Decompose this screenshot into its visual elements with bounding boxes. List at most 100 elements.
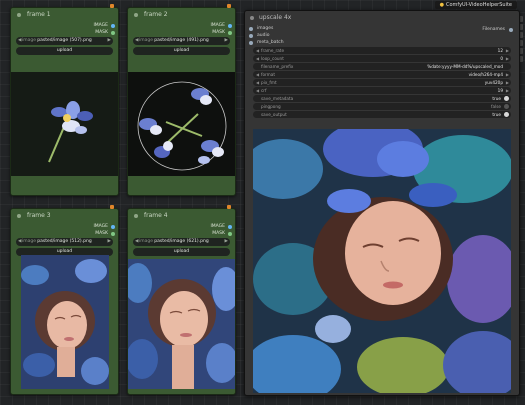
widget-value: false bbox=[491, 104, 501, 109]
output-image-label: IMAGE bbox=[210, 23, 225, 28]
image-preview bbox=[21, 255, 109, 389]
arrow-right-icon[interactable]: ▶ bbox=[506, 55, 509, 62]
widget-key: format bbox=[261, 72, 275, 77]
node-title[interactable]: frame 2 bbox=[128, 8, 235, 22]
node-title[interactable]: frame 3 bbox=[11, 209, 118, 223]
mask-port-icon[interactable] bbox=[111, 30, 115, 35]
arrow-right-icon[interactable]: ▶ bbox=[108, 37, 111, 45]
image-combo[interactable]: ◀ image pasted/image (512).png ▶ bbox=[16, 238, 113, 246]
extension-label: ComfyUI-VideoHelperSuite bbox=[445, 2, 512, 8]
meta-batch-port-icon[interactable] bbox=[249, 40, 253, 45]
node-title-label: frame 3 bbox=[27, 212, 51, 219]
arrow-right-icon[interactable]: ▶ bbox=[225, 238, 228, 246]
upload-button[interactable]: upload bbox=[133, 47, 230, 55]
video-combine-node[interactable]: upscale 4x Filenames images audio meta_b… bbox=[244, 10, 520, 396]
output-mask[interactable]: MASK bbox=[128, 230, 235, 237]
input-audio[interactable]: audio bbox=[245, 32, 519, 39]
node-title[interactable]: frame 4 bbox=[128, 209, 235, 223]
loop-count-widget[interactable]: ◀ loop_count 0 ▶ bbox=[253, 55, 511, 62]
load-image-node-frame-2[interactable]: frame 2 IMAGE MASK ◀ image pasted/image (4… bbox=[127, 4, 236, 196]
widget-key: crf bbox=[261, 88, 267, 93]
image-combo[interactable]: ◀ image pasted/image (507).png ▶ bbox=[16, 37, 113, 45]
load-image-node-frame-3[interactable]: frame 3 IMAGE MASK ◀ image pasted/image (5… bbox=[10, 205, 119, 395]
save-output-toggle[interactable]: save_output true bbox=[253, 111, 511, 118]
arrow-right-icon[interactable]: ▶ bbox=[506, 79, 509, 86]
image-port-icon[interactable] bbox=[111, 23, 115, 28]
load-image-node-frame-1[interactable]: frame 1 IMAGE MASK ◀ image pasted/image (5… bbox=[10, 4, 119, 196]
upload-button[interactable]: upload bbox=[133, 248, 230, 256]
output-mask-label: MASK bbox=[212, 30, 225, 35]
image-combo[interactable]: ◀ image pasted/image (621).png ▶ bbox=[133, 238, 230, 246]
widget-key: frame_rate bbox=[261, 48, 285, 53]
arrow-right-icon[interactable]: ▶ bbox=[506, 71, 509, 78]
audio-port-icon[interactable] bbox=[249, 33, 253, 38]
arrow-left-icon[interactable]: ◀ bbox=[256, 79, 259, 86]
image-combo[interactable]: ◀ image pasted/image (491).png ▶ bbox=[133, 37, 230, 45]
image-port-icon[interactable] bbox=[111, 224, 115, 229]
output-mask[interactable]: MASK bbox=[11, 230, 118, 237]
collapse-dot-icon[interactable] bbox=[17, 213, 21, 218]
widget-key: save_metadata bbox=[261, 96, 294, 101]
arrow-right-icon[interactable]: ▶ bbox=[108, 238, 111, 246]
image-port-icon[interactable] bbox=[228, 23, 232, 28]
image-preview bbox=[128, 72, 235, 176]
toggle-off-icon[interactable] bbox=[504, 104, 509, 109]
arrow-right-icon[interactable]: ▶ bbox=[225, 37, 228, 45]
input-meta-batch[interactable]: meta_batch bbox=[245, 39, 519, 46]
image-port-icon[interactable] bbox=[228, 224, 232, 229]
collapse-dot-icon[interactable] bbox=[134, 213, 138, 218]
portrait-image bbox=[21, 255, 109, 389]
collapse-dot-icon[interactable] bbox=[17, 12, 21, 17]
pix-fmt-widget[interactable]: ◀ pix_fmt yuv420p ▶ bbox=[253, 79, 511, 86]
widget-key: filename_prefix bbox=[261, 64, 294, 69]
input-label: audio bbox=[257, 33, 270, 38]
images-port-icon[interactable] bbox=[249, 26, 253, 31]
arrow-left-icon[interactable]: ◀ bbox=[256, 87, 259, 94]
upload-button[interactable]: upload bbox=[16, 47, 113, 55]
output-image[interactable]: IMAGE bbox=[128, 223, 235, 230]
output-image[interactable]: IMAGE bbox=[11, 22, 118, 29]
node-title[interactable]: upscale 4x bbox=[245, 11, 519, 25]
output-image-label: IMAGE bbox=[210, 224, 225, 229]
output-image[interactable]: IMAGE bbox=[128, 22, 235, 29]
crf-widget[interactable]: ◀ crf 19 ▶ bbox=[253, 87, 511, 94]
node-title[interactable]: frame 1 bbox=[11, 8, 118, 22]
widget-value: 12 bbox=[497, 48, 503, 53]
output-image-label: IMAGE bbox=[93, 23, 108, 28]
output-mask[interactable]: MASK bbox=[128, 29, 235, 36]
output-image[interactable]: IMAGE bbox=[11, 223, 118, 230]
pin-icon: ● bbox=[439, 2, 444, 8]
video-preview[interactable] bbox=[253, 129, 511, 393]
arrow-right-icon[interactable]: ▶ bbox=[506, 87, 509, 94]
collapse-dot-icon[interactable] bbox=[250, 16, 254, 20]
arrow-right-icon[interactable]: ▶ bbox=[506, 47, 509, 54]
mask-port-icon[interactable] bbox=[228, 30, 232, 35]
save-metadata-toggle[interactable]: save_metadata true bbox=[253, 95, 511, 102]
extension-badge[interactable]: ● ComfyUI-VideoHelperSuite bbox=[434, 1, 517, 9]
output-image-label: IMAGE bbox=[93, 224, 108, 229]
input-label: images bbox=[257, 26, 274, 31]
image-preview bbox=[128, 259, 235, 389]
toggle-on-icon[interactable] bbox=[504, 96, 509, 101]
iris-ring-image bbox=[137, 81, 227, 171]
load-image-node-frame-4[interactable]: frame 4 IMAGE MASK ◀ image pasted/image (6… bbox=[127, 205, 236, 395]
frame-rate-widget[interactable]: ◀ frame_rate 12 ▶ bbox=[253, 47, 511, 54]
pingpong-toggle[interactable]: pingpong false bbox=[253, 103, 511, 110]
mask-port-icon[interactable] bbox=[111, 231, 115, 236]
arrow-left-icon[interactable]: ◀ bbox=[256, 71, 259, 78]
filename-prefix-widget[interactable]: filename_prefix %date:yyyy-MM-dd%/upscale… bbox=[253, 63, 511, 70]
toggle-on-icon[interactable] bbox=[504, 112, 509, 117]
output-mask[interactable]: MASK bbox=[11, 29, 118, 36]
combo-value: pasted/image (507).png bbox=[37, 38, 92, 43]
widget-key: loop_count bbox=[261, 56, 284, 61]
format-widget[interactable]: ◀ format video/h264-mp4 ▶ bbox=[253, 71, 511, 78]
arrow-left-icon[interactable]: ◀ bbox=[256, 47, 259, 54]
image-preview bbox=[11, 72, 118, 176]
collapse-dot-icon[interactable] bbox=[134, 12, 138, 17]
combo-value: pasted/image (491).png bbox=[154, 38, 209, 43]
mask-port-icon[interactable] bbox=[228, 231, 232, 236]
arrow-left-icon[interactable]: ◀ bbox=[256, 55, 259, 62]
widget-value: %date:yyyy-MM-dd%/upscaled_mod bbox=[427, 64, 503, 69]
input-images[interactable]: images bbox=[245, 25, 519, 32]
portrait-image bbox=[128, 259, 235, 389]
